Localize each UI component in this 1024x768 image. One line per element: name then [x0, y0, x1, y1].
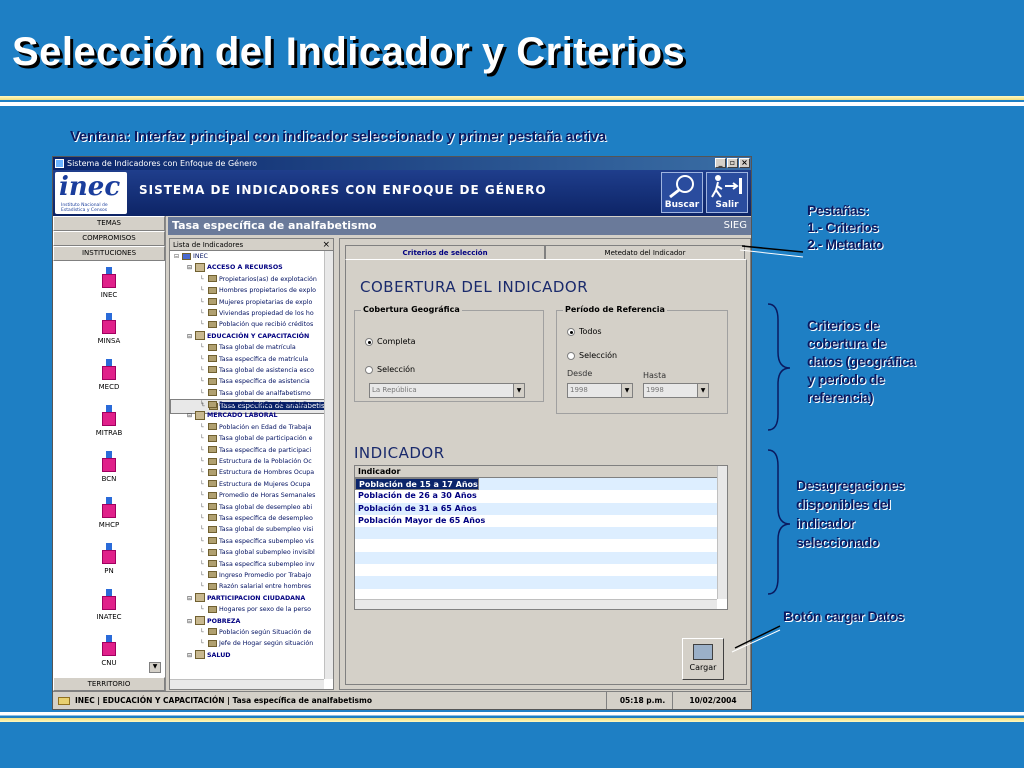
annotation-pestanas: Pestañas: 1.- Criterios 2.- Metadato — [807, 202, 883, 252]
annotation-desagregaciones: Desagregaciones disponibles del indicado… — [796, 477, 905, 550]
annotation-criterios: Criterios de cobertura de datos (geográf… — [807, 317, 916, 405]
annotation-boton: Botón cargar Datos — [783, 608, 904, 624]
